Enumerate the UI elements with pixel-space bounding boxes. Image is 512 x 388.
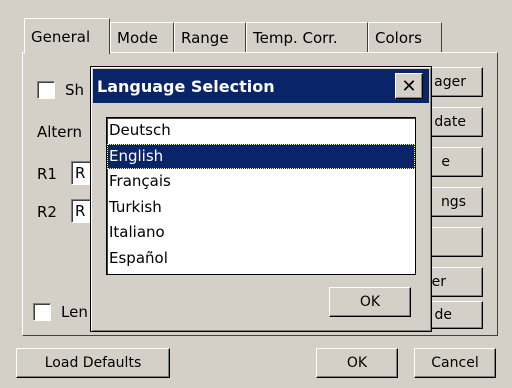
tab-label: Range [181,28,229,47]
r1-label: R1 [37,165,57,183]
tab-label: Temp. Corr. [253,28,338,47]
tab-temp-corr[interactable]: Temp. Corr. [246,22,368,52]
cancel-button[interactable]: Cancel [414,348,496,378]
dialog-titlebar[interactable]: Language Selection ✕ [93,69,429,103]
tab-colors[interactable]: Colors [368,22,442,52]
language-selection-dialog: Language Selection ✕ Deutsch English Fra… [90,66,432,332]
list-item-italiano[interactable]: Italiano [107,220,415,246]
r2-value: R [75,202,86,220]
list-item-turkish[interactable]: Turkish [107,195,415,221]
load-defaults-button[interactable]: Load Defaults [16,348,170,378]
length-checkbox[interactable] [33,303,51,321]
language-listbox[interactable]: Deutsch English Français Turkish Italian… [106,117,416,275]
show-checkbox-label: Sh [65,81,85,99]
r1-value: R [75,164,86,182]
tab-range[interactable]: Range [174,22,246,52]
tab-label: Mode [117,28,158,47]
dialog-title: Language Selection [97,76,275,96]
alternate-label: Altern [37,123,82,141]
length-checkbox-label: Len [61,303,88,321]
list-item-english[interactable]: English [107,143,415,169]
list-item-espanol[interactable]: Español [107,246,415,272]
tab-general[interactable]: General [24,18,110,54]
tab-label: General [31,27,91,46]
list-item-francais[interactable]: Français [107,169,415,195]
r2-label: R2 [37,203,57,221]
dialog-ok-button[interactable]: OK [329,287,411,317]
show-checkbox[interactable] [37,81,55,99]
tab-label: Colors [375,28,422,47]
ok-button[interactable]: OK [316,348,398,378]
list-item-deutsch[interactable]: Deutsch [107,118,415,144]
tab-mode[interactable]: Mode [110,22,174,52]
close-icon: ✕ [401,75,417,97]
close-button[interactable]: ✕ [395,73,423,99]
